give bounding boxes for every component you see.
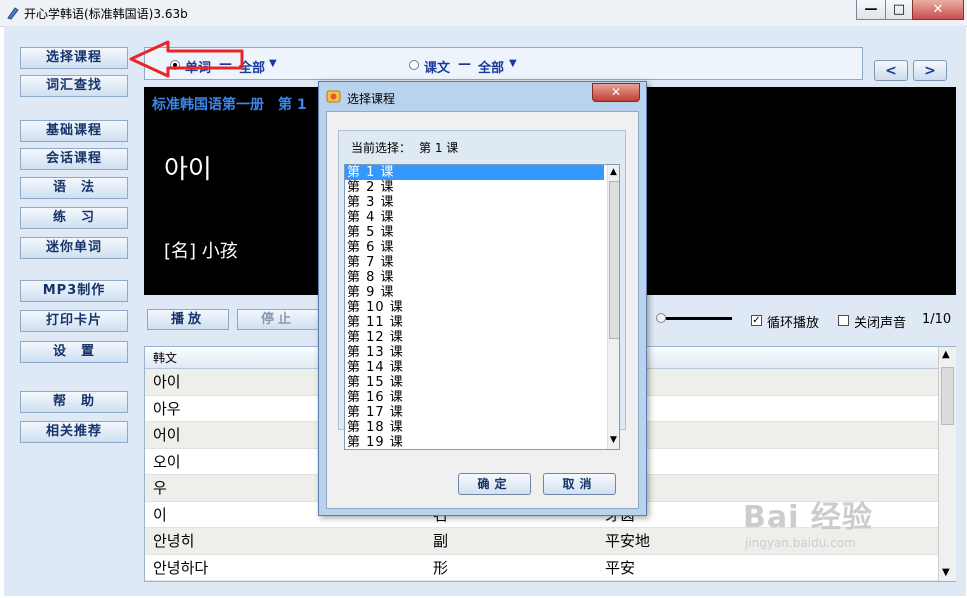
scroll-up-icon[interactable]: ▲ <box>942 349 950 360</box>
table-cell: 平安 <box>605 558 636 577</box>
lesson-item[interactable]: 第 11 课 <box>345 315 619 330</box>
display-header: 标准韩国语第一册 第 1 <box>152 97 307 113</box>
scroll-down-icon[interactable]: ▼ <box>942 567 950 578</box>
title-bar: 开心学韩语(标准韩国语)3.63b — □ ✕ <box>0 0 967 27</box>
text-radio[interactable] <box>409 60 419 70</box>
table-cell: 오이 <box>153 452 181 471</box>
table-cell: 形 <box>433 558 449 577</box>
table-cell: 副 <box>433 532 449 550</box>
table-cell: 안녕히 <box>153 532 195 550</box>
lesson-group: 当前选择： 第 1 课 第 1 课第 2 课第 3 课第 4 课第 5 课第 6… <box>338 130 626 450</box>
lesson-item[interactable]: 第 9 课 <box>345 285 619 300</box>
nav-recommend[interactable]: 相关推荐 <box>20 421 128 443</box>
dialog-body: 当前选择： 第 1 课 第 1 课第 2 课第 3 课第 4 课第 5 课第 6… <box>326 111 639 509</box>
lesson-item[interactable]: 第 18 课 <box>345 420 619 435</box>
lesson-item[interactable]: 第 16 课 <box>345 390 619 405</box>
watermark-main: Bai 经验 <box>743 500 873 535</box>
lesson-item[interactable]: 第 3 课 <box>345 195 619 210</box>
mute-label: 关闭声音 <box>854 316 907 331</box>
lesson-item[interactable]: 第 5 课 <box>345 225 619 240</box>
dialog-app-icon <box>326 90 341 103</box>
lesson-item[interactable]: 第 8 课 <box>345 270 619 285</box>
text-chevron-down-icon[interactable]: ▼ <box>509 58 517 69</box>
cancel-button[interactable]: 取消 <box>543 473 616 495</box>
loop-label: 循环播放 <box>767 316 820 331</box>
lesson-item[interactable]: 第 4 课 <box>345 210 619 225</box>
dialog-title: 选择课程 <box>347 92 396 106</box>
display-meaning: [名] 小孩 <box>164 241 238 262</box>
lesson-item[interactable]: 第 7 课 <box>345 255 619 270</box>
maximize-button[interactable]: □ <box>885 0 913 20</box>
list-scroll-down-icon[interactable]: ▼ <box>610 435 617 445</box>
table-cell: 우 <box>153 479 167 497</box>
volume-slider-track[interactable] <box>666 317 732 320</box>
current-selection-label: 当前选择： <box>351 141 412 155</box>
prev-button[interactable]: < <box>874 60 908 81</box>
lesson-item[interactable]: 第 15 课 <box>345 375 619 390</box>
word-chevron-down-icon[interactable]: ▼ <box>269 58 277 69</box>
watermark-sub: jingyan.baidu.com <box>745 536 856 550</box>
current-selection-value: 第 1 课 <box>419 141 459 155</box>
table-cell: 이 <box>153 505 167 524</box>
red-arrow-icon <box>129 40 244 78</box>
nav-settings[interactable]: 设 置 <box>20 341 128 363</box>
nav-conversation-course[interactable]: 会话课程 <box>20 148 128 170</box>
list-scroll-up-icon[interactable]: ▲ <box>610 167 617 177</box>
text-dash: — <box>458 57 471 72</box>
nav-grammar[interactable]: 语 法 <box>20 177 128 199</box>
page-counter: 1/10 <box>922 312 952 327</box>
watermark: Bai 经验 jingyan.baidu.com <box>743 492 873 550</box>
nav-print-cards[interactable]: 打印卡片 <box>20 310 128 332</box>
loop-checkbox[interactable]: ✓ <box>751 315 762 326</box>
ok-button[interactable]: 确定 <box>458 473 531 495</box>
lesson-item[interactable]: 第 14 课 <box>345 360 619 375</box>
lesson-item[interactable]: 第 12 课 <box>345 330 619 345</box>
table-cell: 안녕하다 <box>153 558 209 577</box>
mute-checkbox[interactable] <box>838 315 849 326</box>
table-cell: 어이 <box>153 426 181 444</box>
table-cell: 아우 <box>153 399 181 418</box>
list-scroll-thumb[interactable] <box>609 181 619 339</box>
table-row[interactable]: 안녕하다 形 平安 <box>145 555 955 581</box>
table-cell: 平安地 <box>605 532 651 550</box>
volume-slider-handle[interactable] <box>656 313 666 323</box>
nav-word-search[interactable]: 词汇查找 <box>20 75 128 97</box>
select-course-dialog: 选择课程 ✕ 当前选择： 第 1 课 第 1 课第 2 课第 3 课第 4 课第… <box>318 81 647 516</box>
nav-mp3-maker[interactable]: MP3制作 <box>20 280 128 302</box>
lesson-item[interactable]: 第 13 课 <box>345 345 619 360</box>
table-scrollbar[interactable]: ▲ ▼ <box>938 347 956 581</box>
text-dropdown[interactable]: 全部 <box>478 57 504 76</box>
nav-select-course[interactable]: 选择课程 <box>20 47 128 69</box>
display-word: 아이 <box>164 155 212 185</box>
play-button[interactable]: 播放 <box>147 309 229 330</box>
close-button[interactable]: ✕ <box>912 0 964 20</box>
next-button[interactable]: > <box>913 60 947 81</box>
nav-help[interactable]: 帮 助 <box>20 391 128 413</box>
lesson-item[interactable]: 第 1 课 <box>345 165 604 180</box>
window-title: 开心学韩语(标准韩国语)3.63b <box>24 7 188 21</box>
lesson-item[interactable]: 第 17 课 <box>345 405 619 420</box>
text-label: 课文 <box>424 61 451 76</box>
nav-basic-course[interactable]: 基础课程 <box>20 120 128 142</box>
lesson-list-scrollbar[interactable]: ▲ ▼ <box>607 165 619 449</box>
lesson-item[interactable]: 第 2 课 <box>345 180 619 195</box>
nav-practice[interactable]: 练 习 <box>20 207 128 229</box>
lesson-item[interactable]: 第 6 课 <box>345 240 619 255</box>
lesson-list[interactable]: 第 1 课第 2 课第 3 课第 4 课第 5 课第 6 课第 7 课第 8 课… <box>344 164 620 450</box>
stop-button[interactable]: 停止 <box>237 309 319 330</box>
table-cell: 아이 <box>153 373 181 391</box>
minimize-button[interactable]: — <box>856 0 886 20</box>
dialog-close-button[interactable]: ✕ <box>592 83 640 102</box>
lesson-item[interactable]: 第 10 课 <box>345 300 619 315</box>
nav-mini-words[interactable]: 迷你单词 <box>20 237 128 259</box>
scroll-thumb[interactable] <box>941 367 954 425</box>
lesson-item[interactable]: 第 19 课 <box>345 435 619 449</box>
app-icon <box>7 7 19 20</box>
